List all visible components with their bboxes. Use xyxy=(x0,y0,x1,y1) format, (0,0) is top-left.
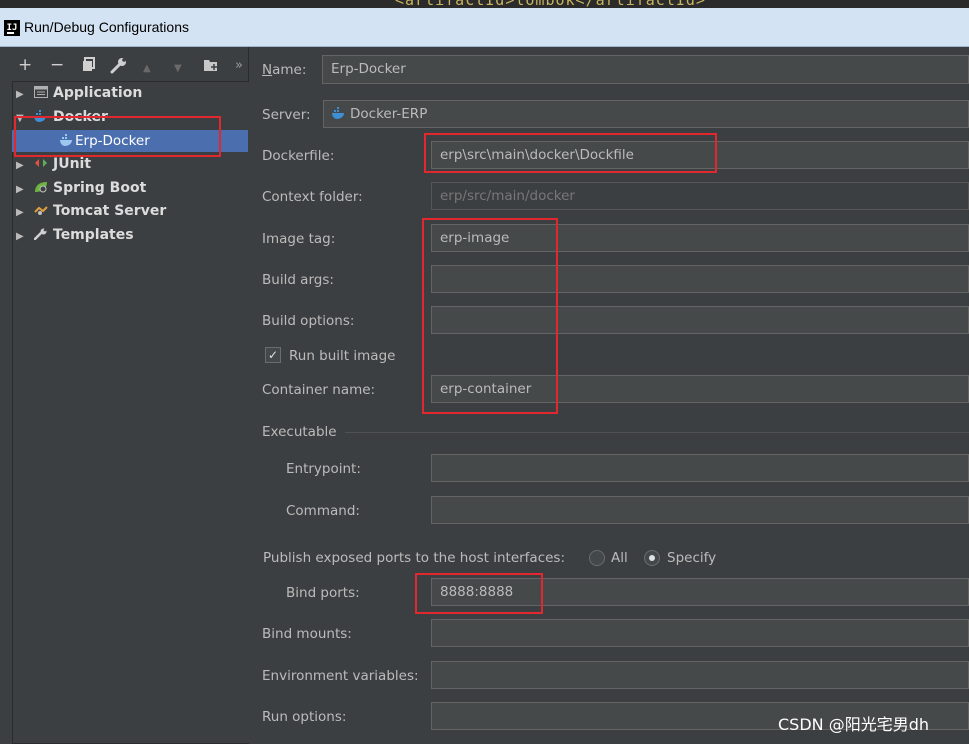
highlight-box-image-container xyxy=(422,218,558,414)
radio-specify[interactable] xyxy=(644,550,660,566)
highlight-box-bind-ports xyxy=(415,573,543,614)
expand-arrow-icon[interactable]: ▶ xyxy=(16,179,32,201)
radio-all[interactable] xyxy=(589,550,605,566)
tree-item-tomcat[interactable]: ▶ Tomcat Server xyxy=(16,200,166,222)
wrench-icon xyxy=(34,228,48,240)
tree-label-junit: JUnit xyxy=(53,156,92,172)
app-icon: IJ xyxy=(4,20,20,36)
more-icon[interactable]: » xyxy=(235,57,243,75)
container-name-label: Container name: xyxy=(262,382,376,398)
environment-variables-input[interactable] xyxy=(431,661,969,689)
window-title: Run/Debug Configurations xyxy=(24,19,189,35)
section-divider xyxy=(345,432,969,433)
name-label: Name: xyxy=(262,62,307,78)
run-built-image-checkbox[interactable]: ✓ xyxy=(265,347,281,363)
copy-icon[interactable] xyxy=(82,57,96,72)
executable-section-label: Executable xyxy=(262,424,337,440)
entrypoint-label: Entrypoint: xyxy=(286,461,361,477)
expand-arrow-icon[interactable]: ▶ xyxy=(16,202,32,224)
run-options-label: Run options: xyxy=(262,709,347,725)
bind-mounts-input[interactable] xyxy=(431,619,969,647)
highlight-box-dockerfile xyxy=(424,133,717,173)
add-icon[interactable]: + xyxy=(18,56,32,74)
image-tag-label: Image tag: xyxy=(262,231,336,247)
docker-icon xyxy=(332,107,346,119)
build-options-label: Build options: xyxy=(262,313,355,329)
context-folder-label: Context folder: xyxy=(262,189,363,205)
environment-variables-label: Environment variables: xyxy=(262,668,419,684)
bind-mounts-label: Bind mounts: xyxy=(262,626,352,642)
name-input[interactable]: Erp-Docker xyxy=(322,55,969,84)
highlight-box-tree xyxy=(14,116,221,157)
expand-arrow-icon[interactable]: ▶ xyxy=(16,155,32,177)
publish-ports-label: Publish exposed ports to the host interf… xyxy=(263,550,566,566)
radio-specify-label: Specify xyxy=(667,550,717,566)
move-down-icon[interactable]: ▼ xyxy=(174,60,182,78)
wrench-icon[interactable] xyxy=(110,56,128,74)
expand-arrow-icon[interactable]: ▶ xyxy=(16,226,32,248)
expand-arrow-icon[interactable]: ▶ xyxy=(16,84,32,106)
tree-item-application[interactable]: ▶ Application xyxy=(16,82,142,104)
build-args-label: Build args: xyxy=(262,272,334,288)
entrypoint-input[interactable] xyxy=(431,454,969,482)
tree-label-templates: Templates xyxy=(53,227,134,243)
application-icon xyxy=(34,86,48,98)
command-input[interactable] xyxy=(431,496,969,524)
server-value: Docker-ERP xyxy=(350,106,428,122)
server-label: Server: xyxy=(262,107,311,123)
tree-label-spring-boot: Spring Boot xyxy=(53,180,147,196)
junit-icon xyxy=(34,157,48,169)
watermark: CSDN @阳光宅男dh xyxy=(778,715,930,734)
radio-all-label: All xyxy=(611,550,628,566)
context-folder-input[interactable]: erp/src/main/docker xyxy=(431,182,969,210)
folder-plus-icon[interactable] xyxy=(203,58,219,72)
run-built-image-label: Run built image xyxy=(289,348,396,364)
bind-ports-label: Bind ports: xyxy=(286,585,360,601)
tree-label-application: Application xyxy=(53,85,143,101)
move-up-icon[interactable]: ▲ xyxy=(143,60,151,78)
command-label: Command: xyxy=(286,503,360,519)
dockerfile-label: Dockerfile: xyxy=(262,148,335,164)
tree-item-spring-boot[interactable]: ▶ Spring Boot xyxy=(16,177,146,199)
spring-boot-icon xyxy=(34,181,48,193)
tree-item-templates[interactable]: ▶ Templates xyxy=(16,224,134,246)
tomcat-icon xyxy=(34,204,48,216)
server-select[interactable]: Docker-ERP xyxy=(323,100,969,128)
remove-icon[interactable]: − xyxy=(50,56,64,74)
tree-label-tomcat: Tomcat Server xyxy=(53,203,167,219)
